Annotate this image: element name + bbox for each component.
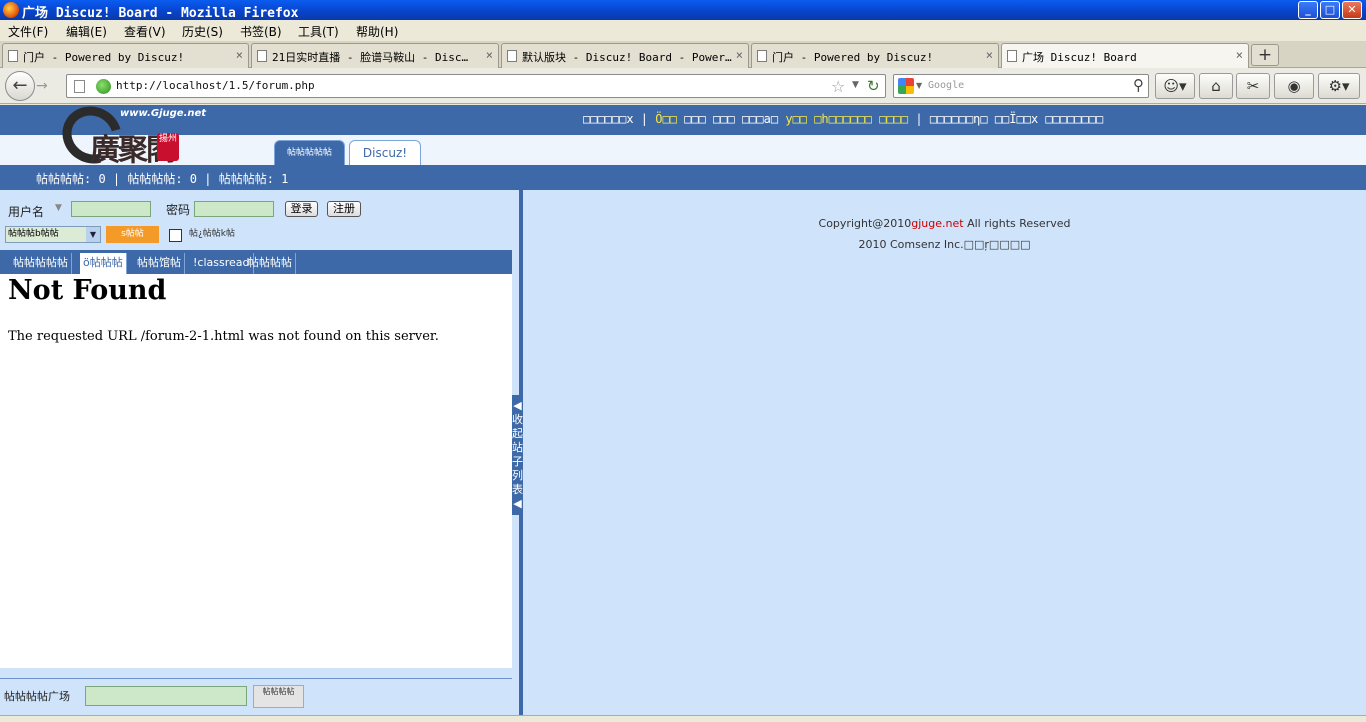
menu-file[interactable]: 文件(F) <box>8 23 48 40</box>
menu-bookmarks[interactable]: 书签(B) <box>240 23 282 40</box>
checkbox-label: 帖¿帖帖k帖 <box>189 229 235 239</box>
tab-label: 默认版块 - Discuz! Board - Power… <box>522 51 732 64</box>
error-message: The requested URL /forum-2-1.html was no… <box>8 329 439 344</box>
new-tab-button[interactable]: + <box>1251 44 1279 66</box>
login-type-select[interactable]: 帖帖帖b帖帖 ▼ <box>5 226 101 243</box>
menu-edit[interactable]: 编辑(E) <box>66 23 107 40</box>
url-text[interactable]: http://localhost/1.5/forum.php <box>116 79 315 92</box>
copyright-line: Copyright@2010gjuge.net All rights Reser… <box>818 217 1071 230</box>
window-title: 广场 Discuz! Board - Mozilla Firefox <box>22 6 299 21</box>
chevron-down-icon[interactable]: ▼ <box>86 227 100 242</box>
chevron-down-icon[interactable]: ▼ <box>55 203 62 213</box>
bookmark-star-icon[interactable]: ☆ <box>831 77 845 96</box>
browser-tab-active[interactable]: 广场 Discuz! Board × <box>1001 43 1249 68</box>
reload-icon[interactable]: ↻ <box>867 77 880 95</box>
tools-button[interactable]: ⚙▾ <box>1318 73 1360 99</box>
menu-help[interactable]: 帮助(H) <box>356 23 398 40</box>
menu-tools[interactable]: 工具(T) <box>298 23 339 40</box>
tab-close-icon[interactable]: × <box>486 48 493 62</box>
search-box[interactable]: ▼ Google ⚲ <box>893 74 1149 98</box>
tab-label: 广场 Discuz! Board <box>1022 51 1137 64</box>
chevron-down-icon[interactable]: ▼ <box>852 80 859 90</box>
login-button[interactable]: 登录 <box>285 201 318 217</box>
page-icon <box>757 50 767 62</box>
header-tab-discuz[interactable]: Discuz! <box>349 140 421 165</box>
orange-submit-button[interactable]: s帖帖 <box>106 226 159 243</box>
stats-text: 帖帖帖帖: 0 | 帖帖帖帖: 0 | 帖帖帖帖: 1 <box>36 172 289 186</box>
page-icon <box>1007 50 1017 62</box>
search-input[interactable]: Google <box>928 80 964 91</box>
tab-close-icon[interactable]: × <box>236 48 243 62</box>
maximize-button[interactable]: □ <box>1320 1 1340 19</box>
page-icon <box>74 80 85 93</box>
browser-tab[interactable]: 21日实时直播 - 脸谱马鞍山 - Disc… × <box>251 43 499 68</box>
scissors-icon[interactable]: ✂ <box>1236 73 1270 99</box>
screenshot-icon[interactable]: ◉ <box>1274 73 1314 99</box>
page-icon <box>8 50 18 62</box>
error-heading: Not Found <box>8 275 167 306</box>
search-icon[interactable]: ⚲ <box>1133 76 1144 94</box>
google-icon[interactable] <box>898 78 914 94</box>
tab-close-icon[interactable]: × <box>1236 48 1243 62</box>
addon-button[interactable]: ☺▾ <box>1155 73 1195 99</box>
menu-view[interactable]: 查看(V) <box>124 23 166 40</box>
content-frame: Not Found The requested URL /forum-2-1.h… <box>0 274 512 668</box>
password-label: 密码 <box>166 203 191 217</box>
browser-tab[interactable]: 门户 - Powered by Discuz! × <box>2 43 249 68</box>
copyright-line-2: 2010 Comsenz Inc.□□ŗ□□□□ <box>858 238 1031 251</box>
menu-bar: 文件(F) 编辑(E) 查看(V) 历史(S) 书签(B) 工具(T) 帮助(H… <box>0 20 1366 41</box>
web-page: 廣聚閣 www.Gjuge.net 揚州 □□□□□□x | Ö□□ □□□ □… <box>0 105 1366 715</box>
minimize-button[interactable]: _ <box>1298 1 1318 19</box>
status-bar <box>0 715 1366 722</box>
copyright-link[interactable]: gjuge.net <box>911 217 963 230</box>
subtab[interactable]: 帖帖帖帖 <box>245 253 296 274</box>
home-button[interactable]: ⌂ <box>1199 73 1233 99</box>
forward-button[interactable]: → <box>36 77 54 95</box>
firefox-icon <box>3 2 19 18</box>
header-tab-active[interactable]: 帖帖帖帖帖 <box>274 140 345 165</box>
site-header: 廣聚閣 www.Gjuge.net 揚州 □□□□□□x | Ö□□ □□□ □… <box>0 105 1366 175</box>
bottom-search-bar: 帖帖帖帖广场 帖帖帖帖 <box>0 678 512 715</box>
bottom-input[interactable] <box>85 686 247 706</box>
sidebar-toggle[interactable]: ◀ 收起站子列表 ◀ <box>512 190 523 715</box>
bottom-button[interactable]: 帖帖帖帖 <box>253 685 304 708</box>
tab-label: 21日实时直播 - 脸谱马鞍山 - Disc… <box>272 51 469 64</box>
page-icon <box>507 50 517 62</box>
right-pane: Copyright@2010gjuge.net All rights Reser… <box>523 190 1366 715</box>
register-button[interactable]: 注册 <box>327 201 361 217</box>
navigation-toolbar: ← → http://localhost/1.5/forum.php ☆ ▼ ↻… <box>0 68 1366 104</box>
browser-tab[interactable]: 默认版块 - Discuz! Board - Power… × <box>501 43 749 68</box>
chevron-down-icon[interactable]: ▼ <box>916 81 922 90</box>
bottom-label: 帖帖帖帖广场 <box>4 690 70 703</box>
close-window-button[interactable]: ✕ <box>1342 1 1362 19</box>
site-logo[interactable]: 廣聚閣 www.Gjuge.net 揚州 <box>42 105 206 175</box>
back-button[interactable]: ← <box>5 71 35 101</box>
tab-close-icon[interactable]: × <box>736 48 743 62</box>
top-navigation[interactable]: □□□□□□x | Ö□□ □□□ □□□ □□□a□ y□□ □h□□□□□□… <box>583 112 1103 126</box>
tab-close-icon[interactable]: × <box>986 48 993 62</box>
tab-label: 门户 - Powered by Discuz! <box>23 51 185 64</box>
left-pane: 用户名 ▼ 密码 登录 注册 帖帖帖b帖帖 ▼ s帖帖 帖¿帖帖k帖 帖帖帖帖帖… <box>0 190 512 715</box>
globe-icon <box>96 79 111 94</box>
subtab-classread[interactable]: !classread <box>190 253 254 274</box>
remember-checkbox[interactable] <box>169 229 182 242</box>
tab-label: 门户 - Powered by Discuz! <box>772 51 934 64</box>
username-label: 用户名 <box>8 205 45 219</box>
login-form: 用户名 ▼ 密码 登录 注册 帖帖帖b帖帖 ▼ s帖帖 帖¿帖帖k帖 <box>0 190 512 250</box>
username-input[interactable] <box>71 201 151 217</box>
page-icon <box>257 50 267 62</box>
browser-tab[interactable]: 门户 - Powered by Discuz! × <box>751 43 999 68</box>
stats-bar: 帖帖帖帖: 0 | 帖帖帖帖: 0 | 帖帖帖帖: 1 <box>0 165 1366 190</box>
window-titlebar: 广场 Discuz! Board - Mozilla Firefox _ □ ✕ <box>0 0 1366 21</box>
password-input[interactable] <box>194 201 274 217</box>
collapse-sidebar-label[interactable]: ◀ 收起站子列表 ◀ <box>512 395 523 515</box>
tab-strip: 门户 - Powered by Discuz! × 21日实时直播 - 脸谱马鞍… <box>0 41 1366 68</box>
url-bar[interactable]: http://localhost/1.5/forum.php ☆ ▼ ↻ <box>66 74 886 98</box>
menu-history[interactable]: 历史(S) <box>182 23 223 40</box>
